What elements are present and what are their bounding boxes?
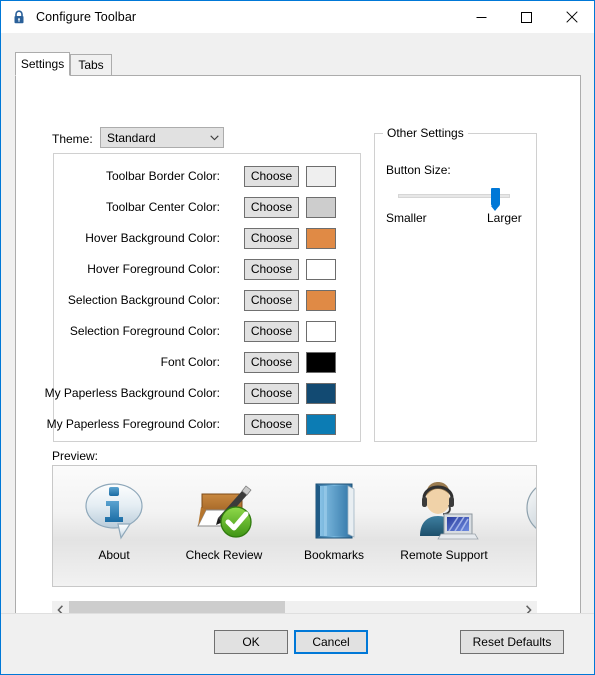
color-swatch[interactable] [306, 320, 336, 342]
color-swatch[interactable] [306, 165, 336, 187]
preview-item-remote-support[interactable]: Remote Support [389, 474, 499, 574]
title-bar: Configure Toolbar [1, 1, 594, 33]
slider-max-label: Larger [487, 211, 522, 225]
color-swatch[interactable] [306, 413, 336, 435]
slider-min-label: Smaller [386, 211, 427, 225]
check-review-icon [188, 474, 260, 546]
preview-item-label: Remote Support [400, 548, 488, 562]
choose-button[interactable]: Choose [244, 382, 299, 404]
chevron-down-icon [206, 134, 223, 141]
preview-item-label: Check Review [185, 548, 263, 562]
color-row: Toolbar Border Color: Choose [54, 165, 362, 187]
preview-item-label: About [98, 548, 130, 562]
other-settings-title: Other Settings [383, 126, 468, 140]
color-row: Selection Foreground Color: Choose [54, 320, 362, 342]
book-icon [298, 474, 370, 546]
info-bubble-icon [78, 474, 150, 546]
lock-icon [11, 9, 27, 25]
configure-toolbar-window: Configure Toolbar Settings Tabs Theme: S… [0, 0, 595, 675]
maximize-button[interactable] [504, 1, 549, 33]
color-label: Selection Background Color: [67, 293, 220, 307]
color-row: My Paperless Foreground Color: Choose [47, 413, 362, 435]
theme-value: Standard [107, 130, 156, 145]
choose-button[interactable]: Choose [244, 320, 299, 342]
close-button[interactable] [549, 1, 594, 33]
color-row: Font Color: Choose [54, 351, 362, 373]
color-row: Toolbar Center Color: Choose [54, 196, 362, 218]
preview-item-bookmarks[interactable]: Bookmarks [279, 474, 389, 574]
cancel-button[interactable]: Cancel [294, 630, 368, 654]
color-label: My Paperless Background Color: [44, 386, 220, 400]
ok-button[interactable]: OK [214, 630, 288, 654]
tab-tabs-label: Tabs [78, 58, 104, 72]
preview-label: Preview: [52, 449, 99, 463]
theme-dropdown[interactable]: Standard [100, 127, 224, 148]
preview-item-about[interactable]: About [59, 474, 169, 574]
color-swatch[interactable] [306, 258, 336, 280]
color-swatch[interactable] [306, 289, 336, 311]
tab-tabs[interactable]: Tabs [70, 54, 112, 76]
choose-button[interactable]: Choose [244, 351, 299, 373]
button-size-slider[interactable] [398, 188, 510, 211]
color-row: Selection Background Color: Choose [54, 289, 362, 311]
dialog-footer: OK Cancel Reset Defaults [1, 613, 594, 674]
choose-button[interactable]: Choose [244, 413, 299, 435]
color-swatch[interactable] [306, 382, 336, 404]
window-title: Configure Toolbar [36, 10, 137, 24]
preview-item-check-review[interactable]: Check Review [169, 474, 279, 574]
slider-thumb[interactable] [490, 188, 500, 211]
reset-defaults-button[interactable]: Reset Defaults [460, 630, 564, 654]
preview-item-label: Bookmarks [303, 548, 365, 562]
color-row: Hover Background Color: Choose [54, 227, 362, 249]
color-swatch[interactable] [306, 227, 336, 249]
tab-settings[interactable]: Settings [15, 52, 70, 76]
choose-button[interactable]: Choose [244, 258, 299, 280]
color-label: Hover Foreground Color: [87, 262, 220, 276]
preview-item-partial[interactable]: C [499, 474, 536, 574]
color-label: Selection Foreground Color: [69, 324, 220, 338]
tab-settings-label: Settings [20, 57, 65, 71]
theme-label: Theme: [52, 132, 93, 146]
color-label: Font Color: [160, 355, 220, 369]
color-swatch[interactable] [306, 196, 336, 218]
button-size-label: Button Size: [386, 163, 451, 177]
color-label: Toolbar Center Color: [105, 200, 220, 214]
color-swatch[interactable] [306, 351, 336, 373]
choose-button[interactable]: Choose [244, 289, 299, 311]
choose-button[interactable]: Choose [244, 165, 299, 187]
choose-button[interactable]: Choose [244, 227, 299, 249]
color-label: Hover Background Color: [85, 231, 220, 245]
preview-toolbar: About Check Review Bookmarks Remote Supp… [52, 465, 537, 587]
choose-button[interactable]: Choose [244, 196, 299, 218]
client-area: Settings Tabs Theme: Standard Toolbar Bo… [1, 33, 594, 628]
color-row: My Paperless Background Color: Choose [45, 382, 362, 404]
color-label: Toolbar Border Color: [105, 169, 220, 183]
color-row: Hover Foreground Color: Choose [54, 258, 362, 280]
other-settings-group: Other Settings [374, 126, 537, 442]
color-label: My Paperless Foreground Color: [46, 417, 220, 431]
colors-group: Toolbar Border Color: Choose Toolbar Cen… [45, 153, 362, 442]
caption-buttons [459, 1, 594, 33]
tab-strip: Settings Tabs [15, 52, 581, 76]
headset-support-icon [408, 474, 480, 546]
minimize-button[interactable] [459, 1, 504, 33]
disc-icon [518, 474, 536, 546]
